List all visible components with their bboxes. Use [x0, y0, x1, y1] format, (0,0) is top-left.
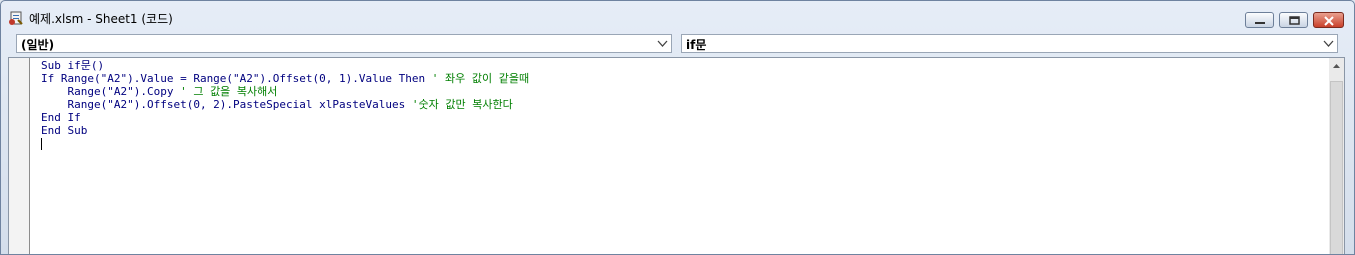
code-text: Range("A2").Copy [41, 85, 181, 98]
vba-module-icon [9, 11, 23, 25]
margin-indicator-bar[interactable] [9, 58, 30, 254]
object-dropdown[interactable]: (일반) [16, 34, 672, 53]
code-line[interactable]: Range("A2").Copy ' 그 값을 복사해서 [41, 85, 529, 98]
code-line[interactable]: If Range("A2").Value = Range("A2").Offse… [41, 72, 529, 85]
procedure-dropdown[interactable]: if문 [681, 34, 1338, 53]
scrollbar-thumb[interactable] [1330, 81, 1343, 254]
code-comment: ' 그 값을 복사해서 [180, 85, 278, 98]
code-text: End If [41, 111, 81, 124]
code-line[interactable]: End Sub [41, 124, 529, 137]
text-caret [41, 138, 42, 150]
code-line[interactable]: Sub if문() [41, 59, 529, 72]
vba-code-window: 예제.xlsm - Sheet1 (코드) (일반) if문 Sub if문()… [0, 0, 1355, 255]
title-bar[interactable]: 예제.xlsm - Sheet1 (코드) [1, 1, 1354, 34]
code-area[interactable]: Sub if문() If Range("A2").Value = Range("A… [41, 59, 529, 137]
code-comment: ' 좌우 값이 같을때 [431, 72, 530, 85]
procedure-dropdown-value: if문 [686, 38, 707, 52]
code-text: If Range("A2").Value = Range("A2").Offse… [41, 72, 432, 85]
code-text: Sub if문() [41, 59, 105, 72]
code-line[interactable]: Range("A2").Offset(0, 2).PasteSpecial xl… [41, 98, 529, 111]
code-line[interactable]: End If [41, 111, 529, 124]
object-dropdown-value: (일반) [21, 38, 55, 52]
close-button[interactable] [1313, 12, 1344, 28]
restore-icon [1289, 16, 1300, 25]
window-title: 예제.xlsm - Sheet1 (코드) [29, 12, 173, 26]
scroll-up-arrow-icon[interactable] [1329, 58, 1344, 74]
chevron-down-icon [1323, 40, 1334, 47]
restore-button[interactable] [1279, 12, 1308, 28]
close-icon [1324, 16, 1334, 26]
minimize-icon [1255, 22, 1265, 24]
minimize-button[interactable] [1245, 12, 1274, 28]
code-text: End Sub [41, 124, 88, 137]
chevron-down-icon [657, 40, 668, 47]
code-text: Range("A2").Offset(0, 2).PasteSpecial xl… [41, 98, 412, 111]
code-comment: '숫자 값만 복사한다 [411, 98, 513, 111]
